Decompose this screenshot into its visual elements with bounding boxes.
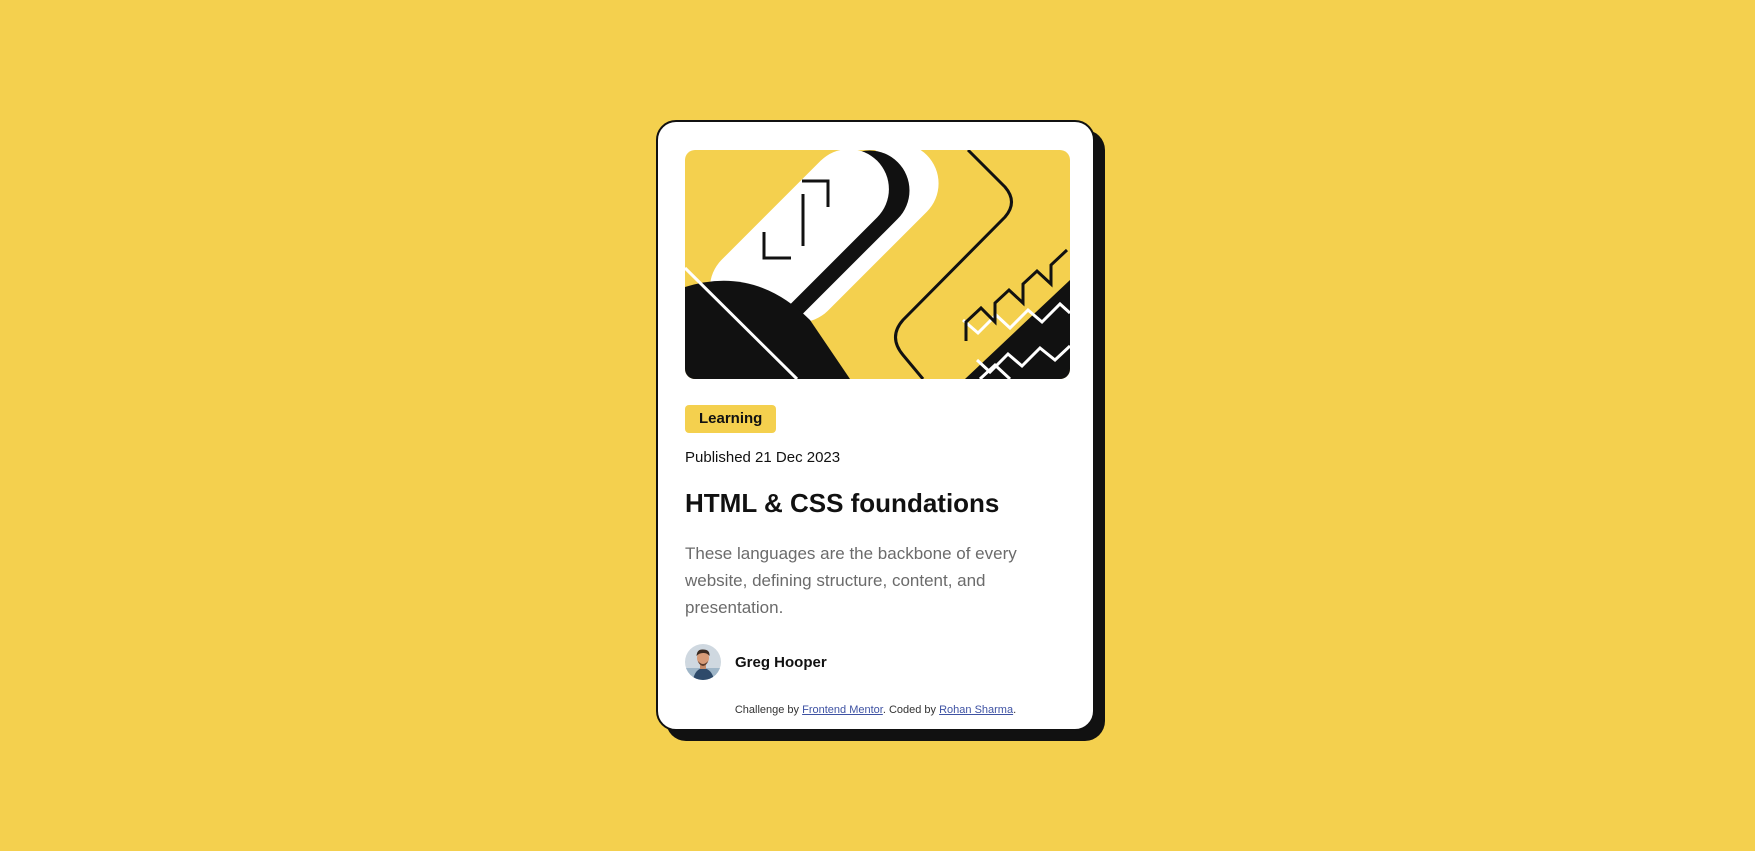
attribution-middle: . Coded by — [882, 704, 940, 716]
blog-preview-card: Learning Published 21 Dec 2023 HTML & CS… — [656, 120, 1095, 731]
author: Greg Hooper — [685, 644, 827, 680]
category-tag: Learning — [685, 405, 777, 433]
article-description: These languages are the backbone of ever… — [685, 544, 1017, 617]
attribution-suffix: . — [1013, 704, 1017, 716]
author-name: Greg Hooper — [735, 653, 827, 671]
illustration-article-icon — [685, 150, 1070, 379]
attribution: Challenge by Frontend Mentor. Coded by R… — [658, 704, 1093, 716]
author-link[interactable]: Rohan Sharma — [939, 704, 1013, 716]
avatar-icon — [685, 644, 721, 680]
attribution-prefix: Challenge by — [734, 704, 803, 716]
frontend-mentor-link[interactable]: Frontend Mentor — [802, 704, 883, 716]
published-date: Published 21 Dec 2023 — [685, 449, 841, 466]
article-title[interactable]: HTML & CSS foundations — [685, 488, 999, 519]
